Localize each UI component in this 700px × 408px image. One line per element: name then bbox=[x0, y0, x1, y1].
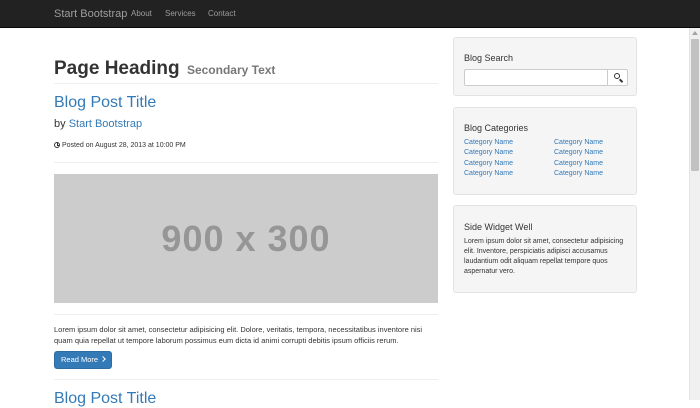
placeholder-dimensions-text: 900 x 300 bbox=[161, 217, 331, 259]
blog-categories-well: Blog Categories Category Name Category N… bbox=[453, 107, 637, 195]
divider bbox=[54, 314, 438, 315]
side-widget-well: Side Widget Well Lorem ipsum dolor sit a… bbox=[453, 205, 637, 293]
category-link[interactable]: Category Name bbox=[554, 139, 603, 146]
post-title-link[interactable]: Blog Post Title bbox=[54, 94, 156, 112]
vertical-scrollbar[interactable] bbox=[689, 28, 700, 400]
category-link[interactable]: Category Name bbox=[464, 149, 513, 156]
search-button[interactable] bbox=[607, 69, 628, 86]
category-link[interactable]: Category Name bbox=[464, 170, 513, 177]
scroll-up-arrow-icon[interactable] bbox=[692, 31, 698, 35]
author-link[interactable]: Start Bootstrap bbox=[69, 118, 142, 130]
navbar-brand[interactable]: Start Bootstrap bbox=[54, 8, 127, 20]
divider bbox=[54, 162, 438, 163]
nav-link-about[interactable]: About bbox=[131, 9, 152, 18]
read-more-label: Read More bbox=[61, 355, 99, 364]
scroll-thumb[interactable] bbox=[691, 39, 699, 171]
category-link[interactable]: Category Name bbox=[554, 160, 603, 167]
top-navbar: Start Bootstrap About Services Contact bbox=[0, 0, 700, 28]
nav-link-services[interactable]: Services bbox=[165, 9, 196, 18]
post-excerpt: Lorem ipsum dolor sit amet, consectetur … bbox=[54, 325, 423, 345]
search-well-title: Blog Search bbox=[464, 53, 514, 63]
post-image-placeholder: 900 x 300 bbox=[54, 174, 438, 303]
byline-prefix: by bbox=[54, 118, 66, 130]
search-input[interactable] bbox=[464, 69, 608, 86]
post-byline: by Start Bootstrap bbox=[54, 118, 142, 130]
search-icon bbox=[614, 73, 620, 79]
post-date-text: Posted on August 28, 2013 at 10:00 PM bbox=[62, 142, 186, 149]
page-heading-text: Page Heading bbox=[54, 58, 180, 79]
read-more-button[interactable]: Read More bbox=[54, 351, 112, 369]
nav-link-contact[interactable]: Contact bbox=[208, 9, 236, 18]
category-link[interactable]: Category Name bbox=[464, 160, 513, 167]
category-link[interactable]: Category Name bbox=[554, 149, 603, 156]
divider bbox=[54, 83, 438, 84]
blog-search-well: Blog Search bbox=[453, 37, 637, 96]
category-link[interactable]: Category Name bbox=[464, 139, 513, 146]
divider bbox=[54, 379, 438, 380]
widget-text: Lorem ipsum dolor sit amet, consectetur … bbox=[464, 238, 624, 275]
post-date: Posted on August 28, 2013 at 10:00 PM bbox=[54, 142, 186, 149]
page-title: Page Heading Secondary Text bbox=[54, 58, 275, 80]
category-link[interactable]: Category Name bbox=[554, 170, 603, 177]
post-title-link[interactable]: Blog Post Title bbox=[54, 390, 156, 408]
categories-well-title: Blog Categories bbox=[464, 123, 529, 133]
page-heading-secondary: Secondary Text bbox=[186, 63, 276, 77]
clock-icon bbox=[54, 142, 60, 148]
widget-well-title: Side Widget Well bbox=[464, 222, 533, 232]
chevron-right-icon bbox=[100, 356, 106, 362]
